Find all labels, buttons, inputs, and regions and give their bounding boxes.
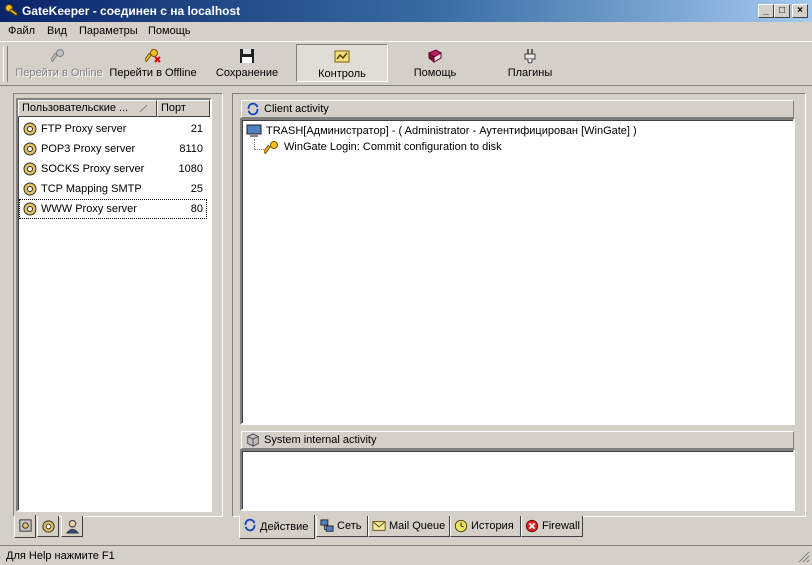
system-activity-list[interactable] bbox=[240, 449, 795, 511]
service-port: 8110 bbox=[179, 143, 203, 155]
activity-entry-text: WinGate Login: Commit configuration to d… bbox=[284, 141, 502, 153]
close-button[interactable]: × bbox=[792, 4, 808, 18]
tree-connector bbox=[254, 139, 256, 149]
services-view-tab[interactable] bbox=[14, 515, 36, 538]
network-icon bbox=[320, 519, 334, 532]
tab-firewall[interactable]: Firewall bbox=[521, 516, 583, 537]
help-button[interactable]: Помощь bbox=[395, 44, 475, 82]
plugins-button[interactable]: Плагины bbox=[490, 44, 570, 82]
mail-icon bbox=[372, 521, 386, 531]
service-port: 80 bbox=[190, 203, 203, 215]
service-row[interactable]: TCP Mapping SMTP 25 bbox=[19, 179, 207, 199]
save-button[interactable]: Сохранение bbox=[205, 44, 289, 82]
service-name: TCP Mapping SMTP bbox=[41, 183, 142, 195]
control-label: Контроль bbox=[318, 68, 366, 80]
go-offline-button[interactable]: Перейти в Offline bbox=[106, 44, 200, 82]
gear-service-icon bbox=[23, 122, 37, 136]
service-name: FTP Proxy server bbox=[41, 123, 127, 135]
resize-grip-icon[interactable] bbox=[798, 551, 810, 563]
computer-icon bbox=[246, 124, 262, 137]
service-port: 25 bbox=[190, 183, 203, 195]
system-cube-icon bbox=[247, 433, 259, 447]
column-header-port[interactable]: Порт bbox=[157, 100, 210, 117]
menu-settings[interactable]: Параметры bbox=[79, 25, 138, 37]
toolbar-grip[interactable] bbox=[3, 46, 8, 82]
key-icon bbox=[51, 49, 64, 63]
service-name: WWW Proxy server bbox=[41, 203, 137, 215]
gatekeeper-key-icon bbox=[5, 4, 19, 17]
maximize-button[interactable]: □ bbox=[774, 4, 790, 18]
service-port: 1080 bbox=[178, 163, 203, 175]
minimize-button[interactable]: _ bbox=[758, 4, 774, 18]
firewall-icon bbox=[525, 519, 539, 533]
users-tab[interactable] bbox=[61, 516, 83, 537]
status-bar: Для Help нажмите F1 bbox=[0, 545, 812, 565]
tab-mail-queue[interactable]: Mail Queue bbox=[368, 516, 450, 537]
users-icon bbox=[65, 519, 80, 534]
control-button[interactable]: Контроль bbox=[296, 44, 388, 82]
plugins-label: Плагины bbox=[507, 67, 553, 79]
tab-activity-label: Действие bbox=[260, 521, 309, 533]
tab-history-label: История bbox=[471, 520, 514, 532]
gear-services-tab[interactable] bbox=[37, 516, 59, 537]
tab-network-label: Сеть bbox=[337, 520, 362, 532]
client-activity-title: Client activity bbox=[264, 103, 329, 115]
menu-view[interactable]: Вид bbox=[47, 25, 67, 37]
menu-help[interactable]: Помощь bbox=[148, 25, 191, 37]
service-row[interactable]: SOCKS Proxy server 1080 bbox=[19, 159, 207, 179]
services-list[interactable]: Пользовательские ... Порт FTP Proxy serv… bbox=[16, 98, 212, 512]
clock-icon bbox=[454, 519, 468, 533]
save-label: Сохранение bbox=[215, 67, 279, 79]
gear-service-icon bbox=[23, 202, 37, 216]
go-offline-label: Перейти в Offline bbox=[109, 67, 197, 79]
floppy-icon bbox=[240, 49, 254, 63]
service-row[interactable]: FTP Proxy server 21 bbox=[19, 119, 207, 139]
menu-bar: Файл Вид Параметры Помощь bbox=[0, 22, 812, 41]
system-activity-title: System internal activity bbox=[264, 434, 377, 446]
gear-service-icon bbox=[23, 182, 37, 196]
gear-services-icon bbox=[42, 520, 55, 533]
tree-connector bbox=[254, 149, 264, 151]
service-row-selected[interactable]: WWW Proxy server 80 bbox=[19, 199, 207, 219]
toolbar: Перейти в Online Перейти в Offline Сохра… bbox=[0, 41, 812, 86]
menu-file[interactable]: Файл bbox=[8, 25, 35, 37]
client-activity-tree[interactable]: TRASH[Администратор] - ( Administrator -… bbox=[240, 118, 795, 425]
column-header-name[interactable]: Пользовательские ... bbox=[18, 100, 157, 117]
gear-service-icon bbox=[23, 142, 37, 156]
service-row[interactable]: POP3 Proxy server 8110 bbox=[19, 139, 207, 159]
title-bar: GateKeeper - соединен с на localhost _ □… bbox=[0, 0, 812, 22]
help-label: Помощь bbox=[413, 67, 457, 79]
gear-service-icon bbox=[23, 162, 37, 176]
go-online-button[interactable]: Перейти в Online bbox=[12, 44, 106, 82]
help-book-icon bbox=[428, 49, 442, 64]
key-login-icon bbox=[264, 141, 278, 155]
tab-history[interactable]: История bbox=[450, 516, 521, 537]
monitor-control-icon bbox=[334, 50, 350, 63]
client-activity-header: Client activity bbox=[241, 100, 794, 118]
sort-indicator-icon bbox=[139, 104, 148, 113]
tab-mail-queue-label: Mail Queue bbox=[389, 520, 446, 532]
system-activity-header: System internal activity bbox=[241, 431, 794, 449]
status-text: Для Help нажмите F1 bbox=[6, 550, 115, 562]
service-name: POP3 Proxy server bbox=[41, 143, 136, 155]
window-title: GateKeeper - соединен с на localhost bbox=[22, 4, 241, 18]
tab-activity[interactable]: Действие bbox=[239, 515, 315, 539]
plug-icon bbox=[524, 49, 536, 64]
activity-icon bbox=[244, 518, 256, 532]
tab-firewall-label: Firewall bbox=[542, 520, 580, 532]
go-online-label: Перейти в Online bbox=[15, 67, 103, 79]
service-port: 21 bbox=[190, 123, 203, 135]
key-off-icon bbox=[145, 49, 161, 63]
services-tab-icon bbox=[19, 519, 32, 532]
activity-refresh-icon bbox=[247, 102, 259, 116]
tab-network[interactable]: Сеть bbox=[316, 516, 368, 537]
service-name: SOCKS Proxy server bbox=[41, 163, 145, 175]
session-text: TRASH[Администратор] - ( Administrator -… bbox=[266, 125, 637, 137]
